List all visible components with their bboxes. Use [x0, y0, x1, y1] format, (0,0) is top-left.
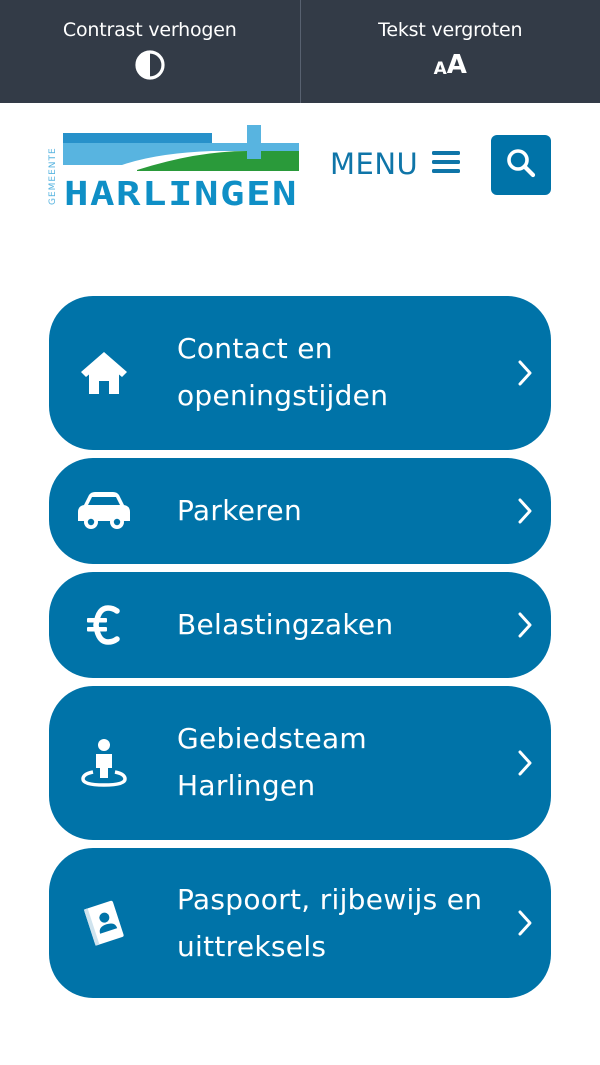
menu-label: MENU [330, 147, 419, 181]
text-size-label: Tekst vergroten [378, 19, 523, 41]
search-button[interactable] [491, 135, 551, 195]
tile-label: Gebiedsteam Harlingen [177, 722, 368, 802]
contrast-icon [134, 49, 166, 81]
chevron-right-icon [515, 747, 535, 779]
hamburger-icon [432, 150, 461, 178]
tile-label: Belastingzaken [177, 608, 394, 641]
tile-label: Contact en openingstijden [177, 332, 389, 412]
tile-belastingzaken[interactable]: Belastingzaken [49, 572, 551, 678]
chevron-right-icon [515, 495, 535, 527]
id-document-icon [77, 896, 131, 950]
search-icon [505, 147, 537, 183]
person-location-icon [77, 736, 131, 790]
tile-paspoort[interactable]: Paspoort, rijbewijs en uittreksels [49, 848, 551, 998]
chevron-right-icon [515, 357, 535, 389]
tile-contact[interactable]: Contact en openingstijden [49, 296, 551, 450]
tile-parkeren[interactable]: Parkeren [49, 458, 551, 564]
site-header: GEMEENTE HARLINGEN MENU [0, 103, 600, 223]
menu-button[interactable]: MENU [330, 143, 461, 185]
contrast-toggle-label: Contrast verhogen [62, 19, 237, 41]
logo-wordmark: HARLINGEN [64, 174, 298, 209]
contrast-toggle-button[interactable]: Contrast verhogen [0, 0, 300, 103]
car-icon [77, 484, 131, 538]
tile-label: Parkeren [177, 494, 303, 527]
home-icon [77, 346, 131, 400]
text-size-icon: A A [433, 50, 467, 80]
euro-icon [77, 598, 131, 652]
logo-small-text: GEMEENTE [48, 147, 58, 205]
tile-label: Paspoort, rijbewijs en uittreksels [177, 883, 483, 963]
chevron-right-icon [515, 609, 535, 641]
tile-gebiedsteam[interactable]: Gebiedsteam Harlingen [49, 686, 551, 840]
text-size-button[interactable]: Tekst vergroten A A [299, 0, 600, 103]
chevron-right-icon [515, 907, 535, 939]
harlingen-logo[interactable]: GEMEENTE HARLINGEN [47, 125, 300, 213]
accessibility-bar: Contrast verhogen Tekst vergroten A A [0, 0, 600, 103]
